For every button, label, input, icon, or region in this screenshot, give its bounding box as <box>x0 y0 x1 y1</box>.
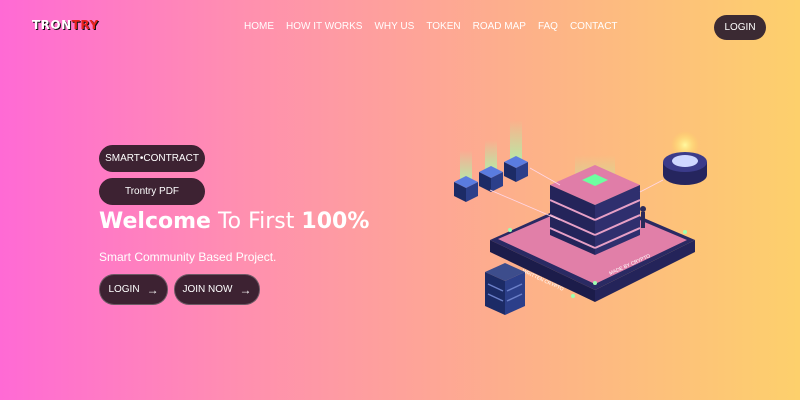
smart-contract-button[interactable]: SMART•CONTRACT <box>99 145 205 172</box>
nav-faq[interactable]: FAQ <box>538 21 558 32</box>
hero-headline: Welcome To First 100% <box>99 209 369 234</box>
join-now-label: JOIN NOW <box>182 284 233 295</box>
nav-why-us[interactable]: WHY US <box>374 21 414 32</box>
header-login-button[interactable]: LOGIN <box>714 15 766 40</box>
headline-mid: To First <box>210 209 302 234</box>
headline-percent: 100% <box>301 209 370 234</box>
arrow-right-icon: → <box>239 282 252 297</box>
logo-part-1: TRON <box>32 18 72 32</box>
pdf-button[interactable]: Trontry PDF <box>99 178 205 205</box>
nav-contact[interactable]: CONTACT <box>570 21 618 32</box>
main-nav: HOME HOW IT WORKS WHY US TOKEN ROAD MAP … <box>244 21 630 32</box>
hero-login-label: LOGIN <box>108 284 140 295</box>
logo-part-2: TRY <box>71 18 99 32</box>
nav-how-it-works[interactable]: HOW IT WORKS <box>286 21 362 32</box>
join-now-button[interactable]: JOIN NOW → <box>174 274 260 305</box>
arrow-right-icon: → <box>146 282 159 297</box>
headline-welcome: Welcome <box>99 209 211 234</box>
nav-road-map[interactable]: ROAD MAP <box>473 21 526 32</box>
hero-subtitle: Smart Community Based Project. <box>99 250 277 264</box>
hero-login-button[interactable]: LOGIN → <box>99 274 168 305</box>
server-illustration: WRITTEN CRYPTO MADE BY CRYPTO <box>454 120 707 315</box>
nav-token[interactable]: TOKEN <box>426 21 460 32</box>
logo[interactable]: TRONTRY <box>32 18 99 32</box>
nav-home[interactable]: HOME <box>244 21 274 32</box>
